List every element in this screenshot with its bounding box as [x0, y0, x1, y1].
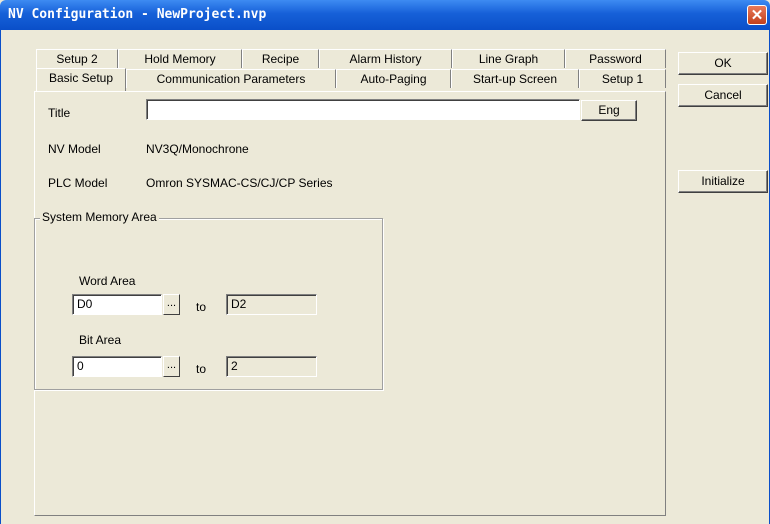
bit-area-to-label: to: [196, 362, 207, 376]
word-area-label: Word Area: [79, 274, 136, 288]
ok-button[interactable]: OK: [678, 52, 768, 75]
tab-setup-2[interactable]: Setup 2: [36, 49, 118, 68]
tab-password[interactable]: Password: [565, 49, 666, 68]
cancel-button[interactable]: Cancel: [678, 84, 768, 107]
eng-button[interactable]: Eng: [581, 100, 637, 121]
tab-communication-parameters[interactable]: Communication Parameters: [126, 69, 336, 88]
tab-recipe[interactable]: Recipe: [242, 49, 319, 68]
tab-start-up-screen[interactable]: Start-up Screen: [451, 69, 579, 88]
bit-area-browse-button[interactable]: ...: [163, 356, 180, 377]
nv-model-label: NV Model: [48, 142, 101, 156]
plc-model-value: Omron SYSMAC-CS/CJ/CP Series: [146, 176, 333, 190]
system-memory-legend: System Memory Area: [40, 210, 159, 224]
tab-hold-memory[interactable]: Hold Memory: [118, 49, 242, 68]
title-input[interactable]: [146, 99, 580, 120]
tab-auto-paging[interactable]: Auto-Paging: [336, 69, 451, 88]
window-title: NV Configuration - NewProject.nvp: [8, 7, 267, 22]
bit-area-to-field: 2: [226, 356, 317, 377]
word-area-from-input[interactable]: D0: [72, 294, 162, 315]
tab-line-graph[interactable]: Line Graph: [452, 49, 565, 68]
initialize-button[interactable]: Initialize: [678, 170, 768, 193]
title-bar: NV Configuration - NewProject.nvp ✕: [0, 0, 770, 30]
word-area-browse-button[interactable]: ...: [163, 294, 180, 315]
title-label: Title: [48, 106, 71, 120]
word-area-to-field: D2: [226, 294, 317, 315]
word-area-to-label: to: [196, 300, 207, 314]
close-button[interactable]: ✕: [747, 5, 767, 25]
close-icon: ✕: [750, 7, 764, 24]
tab-basic-setup[interactable]: Basic Setup: [36, 68, 126, 91]
nv-model-value: NV3Q/Monochrone: [146, 142, 249, 156]
tab-setup-1[interactable]: Setup 1: [579, 69, 666, 88]
tab-alarm-history[interactable]: Alarm History: [319, 49, 452, 68]
plc-model-label: PLC Model: [48, 176, 108, 190]
bit-area-label: Bit Area: [79, 333, 122, 347]
bit-area-from-input[interactable]: 0: [72, 356, 162, 377]
